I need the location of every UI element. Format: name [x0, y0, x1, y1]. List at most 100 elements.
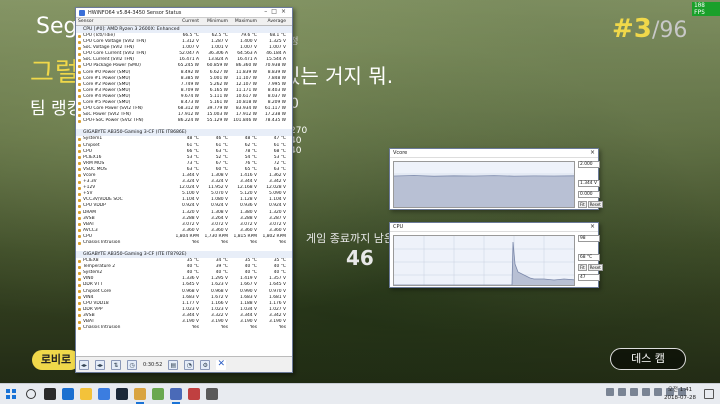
- sensor-name: CPU+SoC Power (SVI2 TFN): [76, 118, 172, 124]
- sensor-maximum: Yes: [249, 325, 257, 331]
- vcore-graph-line: [394, 175, 574, 177]
- sensor-label: VSOC MOS: [83, 166, 107, 172]
- report-icon[interactable]: ▤: [168, 359, 179, 370]
- tray-icon[interactable]: [642, 388, 650, 396]
- sensor-row[interactable]: Chassis Intrusion Yes Yes Yes Yes: [76, 240, 292, 246]
- column-average[interactable]: Average: [259, 18, 288, 25]
- sensor-label: CPU VDDP: [83, 203, 106, 209]
- column-maximum[interactable]: Maximum: [230, 18, 259, 25]
- sensor-label: CPU Core Voltage (SVI2 TFN): [83, 39, 146, 45]
- fit-button[interactable]: Fit: [578, 264, 587, 271]
- sensor-type-icon: [78, 308, 81, 312]
- sensor-section-header[interactable]: GIGABYTE AB350-Gaming 3-CF (ITE IT8792E): [76, 251, 292, 259]
- close-icon[interactable]: ×: [590, 223, 595, 230]
- tray-icon[interactable]: [606, 388, 614, 396]
- tray-icon[interactable]: [618, 388, 626, 396]
- reset-button[interactable]: Reset: [587, 201, 603, 208]
- sensor-label: Temperature 2: [83, 264, 115, 270]
- steam-icon[interactable]: [116, 388, 128, 400]
- close-sensors-icon[interactable]: ✕: [216, 359, 227, 370]
- lobby-button[interactable]: 로비로: [32, 350, 80, 370]
- close-icon[interactable]: ×: [281, 8, 290, 15]
- hwinfo-taskbar-icon[interactable]: [170, 388, 182, 404]
- cpu-graph-window[interactable]: CPU × 98 68 °C Fit Reset 47: [389, 222, 603, 288]
- cpu-graph-title-bar[interactable]: CPU ×: [390, 223, 598, 232]
- sensor-type-icon: [78, 302, 81, 306]
- sensor-label: System1: [83, 136, 103, 142]
- rank-total: /96: [652, 18, 688, 43]
- maximize-icon[interactable]: □: [271, 8, 281, 15]
- hwinfo-column-header: Sensor Current Minimum Maximum Average: [76, 18, 292, 26]
- hwinfo-title: HWiNFO64 v5.84-3450 Sensor Status: [88, 10, 182, 16]
- sensor-label: DRAM: [83, 209, 97, 215]
- sensor-type-icon: [78, 186, 81, 190]
- reset-clock-icon[interactable]: ◔: [184, 359, 195, 370]
- sensor-type-icon: [78, 34, 81, 38]
- sensor-label: +3.3V: [83, 179, 97, 185]
- game-subtitle-left: 그럴: [30, 58, 80, 88]
- nav-expand-icon[interactable]: ◂▸: [95, 359, 105, 370]
- store-icon[interactable]: [98, 388, 110, 400]
- rank-number: #3: [612, 14, 652, 44]
- sensor-label: Chipset Core: [83, 288, 112, 294]
- sensor-type-icon: [78, 211, 81, 215]
- cpu-graph-svg: [394, 236, 574, 285]
- recorder-icon[interactable]: [188, 388, 200, 400]
- task-view-icon[interactable]: [44, 388, 56, 400]
- sensor-label: CPU Core Current (SVI2 TFN): [83, 51, 146, 57]
- cpu-graph-title: CPU: [393, 224, 404, 230]
- edge-icon[interactable]: [62, 388, 74, 400]
- sensor-type-icon: [78, 271, 81, 275]
- start-icon[interactable]: [6, 389, 16, 399]
- sensor-type-icon: [78, 46, 81, 50]
- sensor-type-icon: [78, 71, 81, 75]
- tray-icon[interactable]: [630, 388, 638, 396]
- sensor-label: PCIEX16: [83, 154, 102, 160]
- network-icon[interactable]: ⇅: [111, 359, 121, 370]
- sensor-section-header[interactable]: GIGABYTE AB350-Gaming 3-CF (ITE IT8686E): [76, 129, 292, 137]
- fit-button[interactable]: Fit: [578, 201, 587, 208]
- death-cam-button[interactable]: 데스 캠: [610, 348, 686, 370]
- game-end-count: 46: [346, 246, 374, 270]
- cpu-graph-sidebar: 98 68 °C Fit Reset 47: [578, 235, 603, 284]
- notification-icon[interactable]: [704, 389, 714, 399]
- sensor-label: PCIEX8: [83, 258, 99, 264]
- vcore-graph-sidebar: 2.000 1.344 V 0.000 Fit Reset: [578, 161, 603, 208]
- vcore-graph-svg: [394, 162, 574, 207]
- sensor-label: Core #2 Power (SMU): [83, 81, 131, 87]
- misc-app-icon[interactable]: [206, 388, 218, 400]
- column-current[interactable]: Current: [172, 18, 201, 25]
- sensor-section-header[interactable]: CPU [#0]: AMD Ryzen 3 2600X: Enhanced: [76, 26, 292, 33]
- vcore-graph-window[interactable]: Vcore × 2.000 1.344 V 0.000 Fit Reset: [389, 148, 603, 210]
- sensor-type-icon: [78, 198, 81, 202]
- hwinfo-footer: ◂▸ ◂▸ ⇅ ◷ 0:30:52 ▤ ◔ ⚙ ✕: [76, 356, 292, 372]
- hwinfo-sensor-window[interactable]: HWiNFO64 v5.84-3450 Sensor Status –□× Se…: [75, 7, 293, 373]
- sensor-row[interactable]: Chassis Intrusion Yes Yes Yes Yes: [76, 325, 292, 331]
- sensor-type-icon: [78, 241, 81, 245]
- search-icon[interactable]: [26, 389, 36, 399]
- sensor-type-icon: [78, 107, 81, 111]
- sensor-type-icon: [78, 168, 81, 172]
- column-sensor[interactable]: Sensor: [76, 18, 172, 25]
- sensor-row[interactable]: CPU+SoC Power (SVI2 TFN) 86.224 W 55.129 W…: [76, 118, 292, 124]
- sensor-label: VRM MOS: [83, 160, 105, 166]
- close-icon[interactable]: ×: [590, 149, 595, 156]
- sensor-type-icon: [78, 162, 81, 166]
- hwinfo-sensor-list[interactable]: CPU [#0]: AMD Ryzen 3 2600X: Enhanced CPU…: [76, 26, 292, 359]
- sensor-type-icon: [78, 52, 81, 56]
- hwinfo-title-bar[interactable]: HWiNFO64 v5.84-3450 Sensor Status –□×: [76, 8, 292, 18]
- file-explorer-icon[interactable]: [80, 388, 92, 400]
- sensor-maximum: Yes: [249, 240, 257, 245]
- nav-left-right-icon[interactable]: ◂▸: [79, 359, 89, 370]
- chat-app-icon[interactable]: [152, 388, 164, 400]
- vcore-graph-title-bar[interactable]: Vcore ×: [390, 149, 598, 158]
- sensor-type-icon: [78, 217, 81, 221]
- pubg-icon[interactable]: [134, 388, 146, 404]
- cpu-min-value: 47: [578, 274, 600, 281]
- reset-button[interactable]: Reset: [587, 264, 603, 271]
- sensor-minimum: Yes: [220, 325, 228, 331]
- taskbar-clock[interactable]: 오전 1:41 2018-07-28: [660, 386, 700, 402]
- column-minimum[interactable]: Minimum: [201, 18, 230, 25]
- settings-icon[interactable]: ⚙: [200, 359, 211, 370]
- window-controls[interactable]: –□×: [264, 8, 290, 15]
